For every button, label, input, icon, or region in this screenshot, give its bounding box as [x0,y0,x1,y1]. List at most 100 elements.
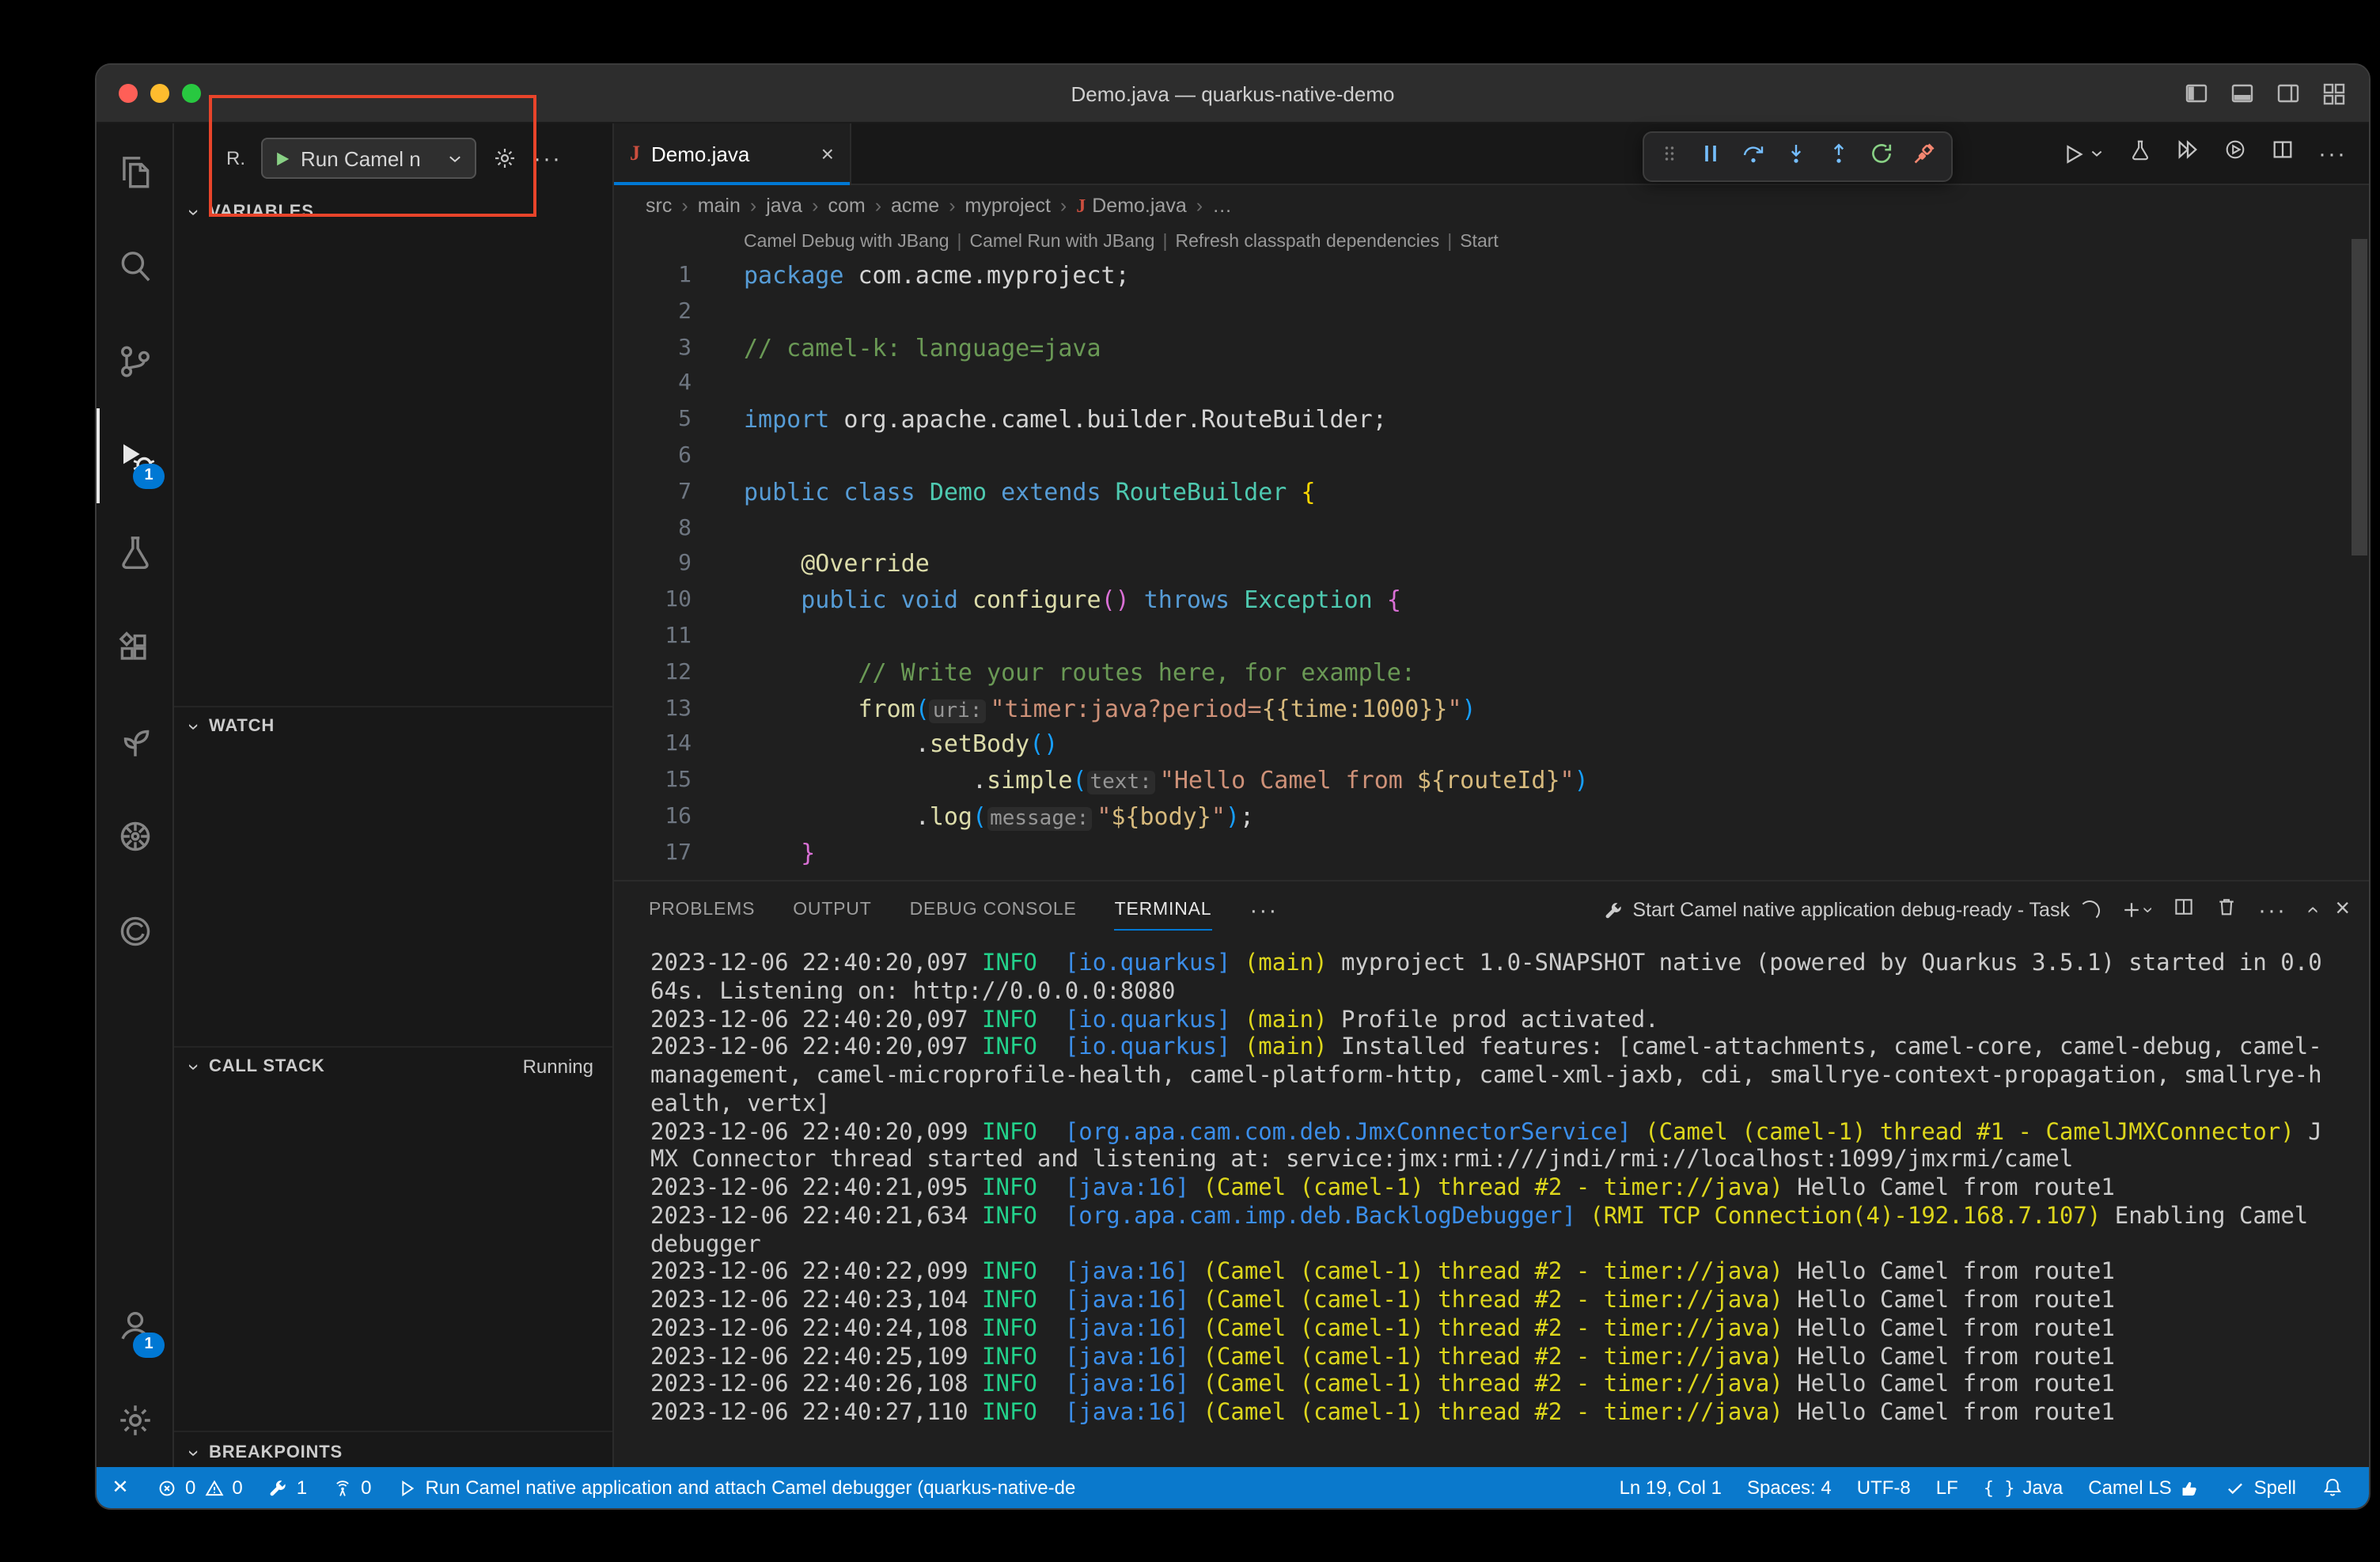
code-line[interactable]: 15 .simple(text:"Hello Camel from ${rout… [614,763,2369,799]
more-actions-icon[interactable]: ··· [2318,142,2347,165]
gripper-icon[interactable] [1658,142,1681,172]
kill-terminal-trash-icon[interactable] [2215,895,2238,925]
line-number[interactable]: 9 [614,547,692,583]
line-number[interactable]: 10 [614,582,692,619]
codelens-link[interactable]: Refresh classpath dependencies [1176,233,1440,252]
terminal-output[interactable]: 2023-12-06 22:40:20,097 INFO [io.quarkus… [614,938,2369,1467]
breadcrumb-item[interactable]: java [766,195,802,217]
call-stack-section-header[interactable]: › CALL STACK Running [174,1046,612,1086]
line-number[interactable]: 17 [614,836,692,872]
tab-problems[interactable]: PROBLEMS [649,881,755,938]
code-line[interactable]: 9 @Override [614,547,2369,583]
code-line-text[interactable]: .log(message:"${body}"); [692,799,1254,836]
camel-ls-status[interactable]: Camel LS [2075,1467,2212,1508]
toggle-panel-icon[interactable] [2230,81,2255,106]
indentation-status[interactable]: Spaces: 4 [1734,1467,1844,1508]
testing-icon[interactable] [97,503,172,598]
title-bar[interactable]: Demo.java — quarkus-native-demo [97,65,2369,123]
split-terminal-icon[interactable] [2173,895,2195,925]
code-line-text[interactable]: public void configure() throws Exception… [692,582,1401,619]
source-control-icon[interactable] [97,313,172,408]
code-line[interactable]: 4 [614,366,2369,403]
panel-more-actions-icon[interactable]: ··· [2258,898,2287,922]
line-number[interactable]: 16 [614,799,692,836]
code-line[interactable]: 14 .setBody() [614,727,2369,764]
line-number[interactable]: 7 [614,475,692,511]
split-editor-icon[interactable] [2271,138,2295,169]
code-line[interactable]: 6 [614,438,2369,475]
tab-debug-console[interactable]: DEBUG CONSOLE [910,881,1077,938]
code-line-text[interactable]: // camel-k: language=java [692,330,1101,366]
variables-section-body[interactable] [174,231,612,706]
editor-scrollbar[interactable] [2352,239,2367,555]
codelens-link[interactable]: Camel Run with JBang [970,233,1155,252]
play-circle-icon[interactable] [2223,138,2247,169]
breadcrumb-item[interactable]: … [1212,195,1232,217]
toggle-primary-sidebar-icon[interactable] [2184,81,2209,106]
code-line[interactable]: 12 // Write your routes here, for exampl… [614,655,2369,692]
line-number[interactable]: 4 [614,366,692,403]
line-number[interactable]: 12 [614,655,692,692]
variables-section-header[interactable]: › VARIABLES [174,193,612,231]
line-number[interactable]: 3 [614,330,692,366]
breadcrumb-item[interactable]: myproject [965,195,1051,217]
tab-close-icon[interactable]: × [821,141,834,166]
line-number[interactable]: 2 [614,294,692,331]
kubernetes-icon[interactable] [97,788,172,883]
notifications-bell-icon[interactable] [2309,1467,2356,1508]
line-number[interactable]: 14 [614,727,692,764]
code-line[interactable]: 8 [614,510,2369,547]
code-line-text[interactable] [692,510,744,547]
code-line[interactable]: 7public class Demo extends RouteBuilder … [614,475,2369,511]
code-line-text[interactable]: from(uri:"timer:java?period={{time:1000}… [692,691,1476,727]
problems-status[interactable]: 0 0 [144,1467,256,1508]
line-number[interactable]: 1 [614,258,692,294]
encoding-status[interactable]: UTF-8 [1844,1467,1923,1508]
window-close-button[interactable] [119,84,138,103]
accounts-icon[interactable]: 1 [97,1277,172,1372]
line-number[interactable]: 6 [614,438,692,475]
panel-more-tabs-icon[interactable]: ··· [1249,898,1278,922]
run-java-button[interactable] [2062,142,2105,165]
code-line[interactable]: 17 } [614,836,2369,872]
breadcrumb-item[interactable]: acme [891,195,939,217]
code-line[interactable]: 3// camel-k: language=java [614,330,2369,366]
code-line-text[interactable]: } [692,836,815,872]
step-into-button[interactable] [1783,140,1809,173]
step-out-button[interactable] [1826,140,1851,173]
terminal-task-label[interactable]: Start Camel native application debug-rea… [1602,899,2100,921]
debug-more-actions-icon[interactable]: ··· [533,146,562,170]
window-zoom-button[interactable] [182,84,201,103]
debug-status[interactable]: Run Camel native application and attach … [385,1467,1089,1508]
code-line-text[interactable]: @Override [692,547,930,583]
tab-output[interactable]: OUTPUT [793,881,871,938]
step-over-button[interactable] [1741,140,1766,173]
code-line[interactable]: 11 [614,619,2369,655]
code-line-text[interactable] [692,438,744,475]
eol-status[interactable]: LF [1923,1467,1971,1508]
tab-bar[interactable]: J Demo.java × ··· [614,123,2369,185]
camel-extension-icon[interactable] [97,883,172,978]
code-line-text[interactable] [692,294,744,331]
breadcrumb-item[interactable]: src [646,195,672,217]
line-number[interactable]: 8 [614,510,692,547]
explorer-icon[interactable] [97,123,172,218]
codelens-link[interactable]: Start [1460,233,1499,252]
window-minimize-button[interactable] [150,84,169,103]
settings-gear-icon[interactable] [97,1372,172,1467]
run-and-debug-icon[interactable]: 1 [97,408,172,503]
code-line[interactable]: 5import org.apache.camel.builder.RouteBu… [614,402,2369,438]
tasks-status[interactable]: 1 [256,1467,320,1508]
language-mode[interactable]: { } Java [1971,1467,2075,1508]
breadcrumb-item[interactable]: main [698,195,741,217]
code-line-text[interactable]: .setBody() [692,727,1058,764]
launch-configuration-dropdown[interactable]: Run Camel n [261,138,476,179]
pause-button[interactable] [1698,140,1723,173]
run-all-icon[interactable] [2176,138,2200,169]
code-line[interactable]: 16 .log(message:"${body}"); [614,799,2369,836]
cursor-position[interactable]: Ln 19, Col 1 [1607,1467,1734,1508]
toggle-secondary-sidebar-icon[interactable] [2276,81,2301,106]
line-number[interactable]: 13 [614,691,692,727]
line-number[interactable]: 5 [614,402,692,438]
close-panel-icon[interactable]: × [2335,897,2350,923]
